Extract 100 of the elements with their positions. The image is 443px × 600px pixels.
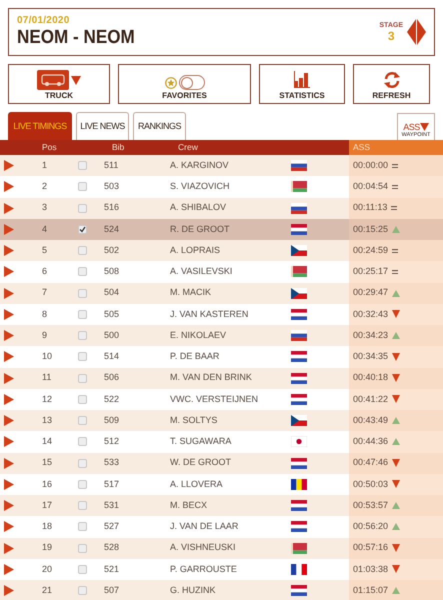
crew-cell: J. VAN KASTEREN bbox=[170, 308, 248, 319]
flag-icon bbox=[291, 394, 307, 405]
favorite-checkbox[interactable] bbox=[78, 352, 87, 362]
favorites-toggle[interactable] bbox=[178, 75, 204, 90]
position-cell: 19 bbox=[42, 542, 52, 552]
expand-arrow-icon[interactable] bbox=[4, 436, 14, 448]
expand-arrow-icon[interactable] bbox=[4, 202, 14, 214]
flag-icon bbox=[291, 585, 307, 596]
stage-date: 07/01/2020 bbox=[17, 15, 71, 27]
table-row[interactable]: 21 507 G. HUZINK bbox=[0, 580, 349, 600]
favorite-checkbox[interactable] bbox=[78, 586, 87, 596]
bib-cell: 531 bbox=[104, 500, 120, 510]
table-row[interactable]: 5 502 A. LOPRAIS bbox=[0, 240, 349, 262]
flag-icon bbox=[291, 521, 307, 532]
favorite-checkbox[interactable] bbox=[78, 501, 87, 510]
table-row[interactable]: 4 524 R. DE GROOT bbox=[0, 218, 349, 240]
table-row[interactable]: 3 516 A. SHIBALOV bbox=[0, 198, 349, 219]
table-row[interactable]: 9 500 E. NIKOLAEV bbox=[0, 325, 349, 346]
time-cell-text: 00:25:17 bbox=[353, 265, 388, 278]
expand-arrow-icon[interactable] bbox=[4, 351, 14, 362]
tab[interactable]: RANKINGS bbox=[133, 112, 186, 140]
crew-cell: P. DE BAAR bbox=[170, 351, 220, 362]
next-stage-icon[interactable] bbox=[417, 19, 426, 45]
position-cell: 12 bbox=[42, 394, 52, 404]
favorite-checkbox[interactable] bbox=[78, 331, 87, 340]
expand-arrow-icon[interactable] bbox=[4, 330, 14, 342]
position-cell: 20 bbox=[42, 564, 52, 574]
refresh-button[interactable]: REFRESH bbox=[353, 64, 430, 104]
truck-button[interactable]: TRUCK bbox=[8, 64, 110, 104]
favorite-checkbox[interactable] bbox=[78, 310, 87, 319]
tab[interactable]: LIVE NEWS bbox=[76, 112, 129, 140]
favorite-checkbox[interactable] bbox=[78, 374, 87, 383]
expand-arrow-icon[interactable] bbox=[4, 500, 14, 512]
table-row[interactable]: 15 533 W. DE GROOT bbox=[0, 452, 349, 474]
flag-icon bbox=[291, 330, 307, 342]
expand-arrow-icon[interactable] bbox=[4, 181, 14, 192]
favorite-checkbox[interactable] bbox=[78, 544, 87, 553]
tab[interactable]: LIVE TIMINGS bbox=[8, 112, 72, 140]
column-header: Pos bbox=[42, 141, 58, 154]
favorite-checkbox[interactable] bbox=[78, 224, 87, 234]
check-icon bbox=[79, 226, 86, 233]
table-row[interactable]: 7 504 M. MACIK bbox=[0, 282, 349, 304]
favorite-checkbox[interactable] bbox=[78, 161, 87, 170]
crew-cell: A. KARGINOV bbox=[170, 160, 229, 170]
bib-cell: 521 bbox=[104, 564, 120, 574]
favorites-button[interactable]: FAVORITES bbox=[118, 64, 251, 104]
expand-arrow-icon[interactable] bbox=[4, 415, 14, 426]
previous-stage-icon[interactable] bbox=[407, 19, 416, 45]
crew-cell: P. GARROUSTE bbox=[170, 564, 237, 574]
table-row[interactable]: 11 506 M. VAN DEN BRINK bbox=[0, 368, 349, 389]
expand-arrow-icon[interactable] bbox=[4, 372, 14, 384]
expand-arrow-icon[interactable] bbox=[4, 585, 14, 596]
expand-arrow-icon[interactable] bbox=[4, 394, 14, 405]
expand-arrow-icon[interactable] bbox=[4, 245, 14, 256]
time-cell-text: 00:11:13 bbox=[353, 201, 388, 214]
expand-arrow-icon[interactable] bbox=[4, 564, 14, 575]
expand-arrow-icon[interactable] bbox=[4, 266, 14, 278]
favorite-checkbox[interactable] bbox=[78, 480, 87, 489]
favorite-checkbox[interactable] bbox=[78, 246, 87, 256]
crew-cell: VWC. VERSTEIJNEN bbox=[170, 394, 258, 404]
expand-arrow-icon[interactable] bbox=[4, 521, 14, 532]
favorite-checkbox[interactable] bbox=[78, 204, 87, 213]
table-row[interactable]: 13 509 M. SOLTYS bbox=[0, 410, 349, 432]
favorite-checkbox[interactable] bbox=[78, 267, 87, 276]
table-row[interactable]: 19 528 A. VISHNEUSKI bbox=[0, 538, 349, 559]
bar-chart-icon bbox=[294, 71, 310, 88]
flag-icon bbox=[291, 478, 307, 490]
favorite-checkbox[interactable] bbox=[78, 564, 87, 574]
bib-cell: 503 bbox=[104, 181, 120, 192]
bib-cell: 502 bbox=[104, 244, 120, 255]
stage-title: NEOM - NEOM bbox=[17, 27, 136, 49]
time-cell-text: 00:44:36 bbox=[353, 435, 388, 448]
favorite-checkbox[interactable] bbox=[78, 522, 87, 532]
favorite-checkbox[interactable] bbox=[78, 394, 87, 404]
expand-arrow-icon[interactable] bbox=[4, 478, 14, 490]
expand-arrow-icon[interactable] bbox=[4, 308, 14, 320]
favorite-checkbox[interactable] bbox=[78, 416, 87, 426]
favorite-checkbox[interactable] bbox=[78, 458, 87, 468]
favorite-checkbox[interactable] bbox=[78, 437, 87, 446]
crew-cell: A. VASILEVSKI bbox=[170, 266, 232, 276]
bib-cell: 522 bbox=[104, 394, 120, 404]
table-row[interactable]: 17 531 M. BECX bbox=[0, 495, 349, 516]
crew-cell: S. VIAZOVICH bbox=[170, 181, 230, 192]
equal-icon bbox=[392, 248, 398, 253]
crew-cell: R. DE GROOT bbox=[170, 224, 230, 234]
down-arrow-icon bbox=[392, 459, 400, 468]
time-cell-text: 00:34:35 bbox=[353, 350, 388, 364]
expand-arrow-icon[interactable] bbox=[4, 160, 14, 172]
up-arrow-icon bbox=[392, 332, 400, 340]
expand-arrow-icon[interactable] bbox=[4, 458, 14, 469]
column-header: ASS bbox=[349, 140, 443, 155]
expand-arrow-icon[interactable] bbox=[4, 224, 14, 235]
position-cell: 21 bbox=[42, 584, 52, 595]
table-row[interactable]: 1 511 A. KARGINOV bbox=[0, 155, 349, 176]
expand-arrow-icon[interactable] bbox=[4, 288, 14, 299]
position-cell: 8 bbox=[42, 308, 48, 319]
favorite-checkbox[interactable] bbox=[78, 288, 87, 298]
favorite-checkbox[interactable] bbox=[78, 182, 87, 192]
statistics-button[interactable]: STATISTICS bbox=[259, 64, 345, 104]
expand-arrow-icon[interactable] bbox=[4, 542, 14, 554]
